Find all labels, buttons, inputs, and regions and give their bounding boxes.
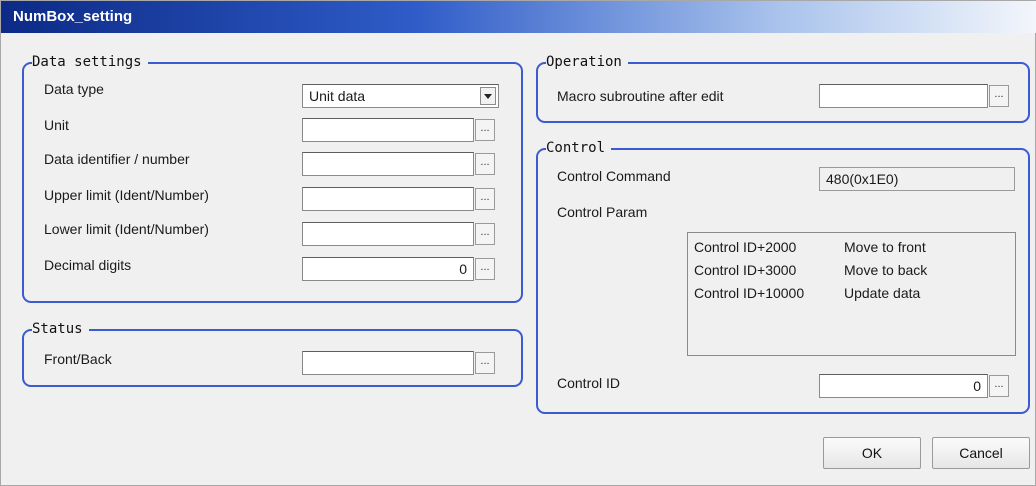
macro-field[interactable] xyxy=(819,84,988,108)
lower-limit-label: Lower limit (Ident/Number) xyxy=(44,221,209,237)
numbox-setting-dialog: NumBox_setting Data settings Data type U… xyxy=(0,0,1036,486)
data-identifier-label: Data identifier / number xyxy=(44,151,190,167)
chevron-down-icon[interactable] xyxy=(480,87,496,105)
unit-field[interactable] xyxy=(302,118,474,142)
operation-legend: Operation xyxy=(546,53,628,71)
macro-browse-button[interactable]: ... xyxy=(989,85,1009,107)
data-type-label: Data type xyxy=(44,81,104,97)
decimal-digits-label: Decimal digits xyxy=(44,257,132,273)
front-back-label: Front/Back xyxy=(44,351,112,367)
control-id-label: Control ID xyxy=(557,375,621,391)
param-action: Move to front xyxy=(844,239,926,255)
upper-limit-label: Upper limit (Ident/Number) xyxy=(44,187,209,203)
data-settings-legend: Data settings xyxy=(32,53,148,71)
control-command-field: 480(0x1E0) xyxy=(819,167,1015,191)
control-id-browse-button[interactable]: ... xyxy=(989,375,1009,397)
data-identifier-field[interactable] xyxy=(302,152,474,176)
status-legend: Status xyxy=(32,320,89,338)
unit-label: Unit xyxy=(44,117,69,133)
param-id: Control ID+10000 xyxy=(694,285,805,301)
window-title: NumBox_setting xyxy=(13,8,133,25)
control-command-label: Control Command xyxy=(557,168,671,184)
front-back-browse-button[interactable]: ... xyxy=(475,352,495,374)
data-type-value: Unit data xyxy=(309,88,366,104)
decimal-digits-field[interactable]: 0 xyxy=(302,257,474,281)
param-action: Move to back xyxy=(844,262,928,278)
lower-limit-browse-button[interactable]: ... xyxy=(475,223,495,245)
data-type-select[interactable]: Unit data xyxy=(302,84,499,108)
param-id: Control ID+3000 xyxy=(694,262,797,278)
upper-limit-browse-button[interactable]: ... xyxy=(475,188,495,210)
ok-button[interactable]: OK xyxy=(823,437,921,469)
decimal-digits-browse-button[interactable]: ... xyxy=(475,258,495,280)
control-id-field[interactable]: 0 xyxy=(819,374,988,398)
lower-limit-field[interactable] xyxy=(302,222,474,246)
control-legend: Control xyxy=(546,139,612,157)
title-bar[interactable]: NumBox_setting xyxy=(1,1,1036,33)
front-back-field[interactable] xyxy=(302,351,474,375)
data-identifier-browse-button[interactable]: ... xyxy=(475,153,495,175)
macro-label: Macro subroutine after edit xyxy=(557,88,724,104)
control-param-list[interactable]: Control ID+2000 Move to front Control ID… xyxy=(687,232,1016,356)
control-param-label: Control Param xyxy=(557,204,648,220)
param-action: Update data xyxy=(844,285,921,301)
unit-browse-button[interactable]: ... xyxy=(475,119,495,141)
param-id: Control ID+2000 xyxy=(694,239,797,255)
upper-limit-field[interactable] xyxy=(302,187,474,211)
cancel-button[interactable]: Cancel xyxy=(932,437,1030,469)
